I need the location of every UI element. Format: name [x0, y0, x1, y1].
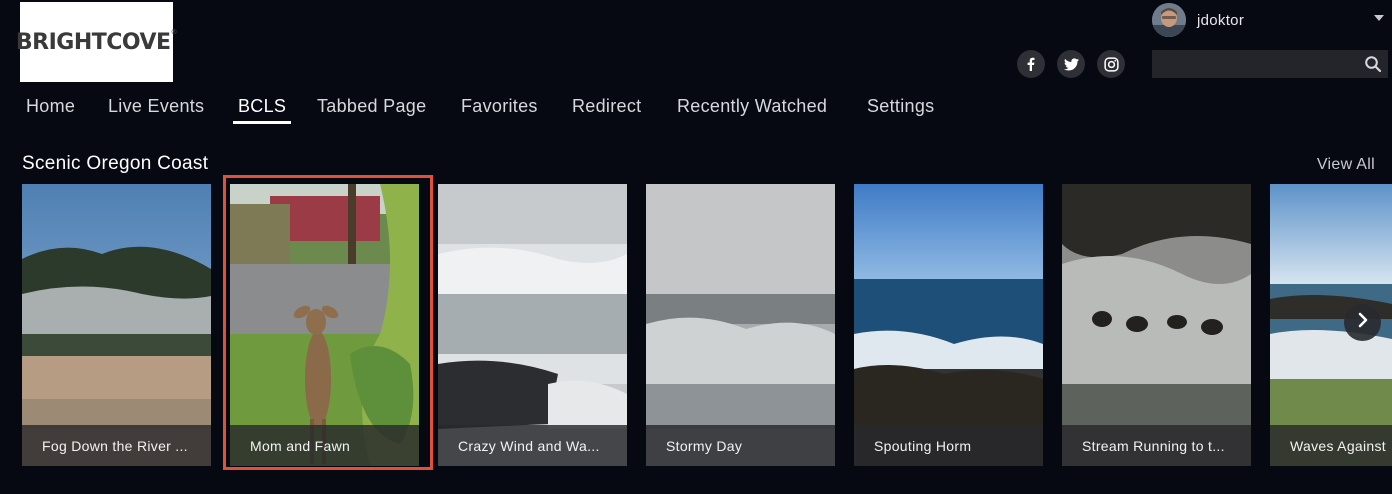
nav-item-redirect[interactable]: Redirect — [572, 96, 641, 124]
logo-text: BRIGHTCOVE® — [15, 27, 178, 55]
video-card[interactable]: Fog Down the River ... — [22, 184, 211, 466]
twitter-icon[interactable] — [1057, 50, 1085, 78]
nav-item-live-events[interactable]: Live Events — [108, 96, 204, 124]
video-card[interactable]: Mom and Fawn — [230, 184, 419, 466]
search-input[interactable] — [1160, 54, 1354, 76]
nav-item-recently-watched[interactable]: Recently Watched — [677, 96, 827, 124]
video-title: Waves Against — [1290, 438, 1386, 454]
video-card[interactable]: Stream Running to t... — [1062, 184, 1251, 466]
video-thumbnail — [854, 184, 1043, 466]
carousel-next-button[interactable] — [1344, 304, 1381, 341]
nav-item-settings[interactable]: Settings — [867, 96, 934, 124]
video-title: Stream Running to t... — [1082, 438, 1225, 454]
video-card[interactable]: Crazy Wind and Wa... — [438, 184, 627, 466]
user-menu[interactable]: jdoktor — [1152, 3, 1384, 37]
video-thumbnail — [646, 184, 835, 466]
video-title: Stormy Day — [666, 438, 743, 454]
row-title: Scenic Oregon Coast — [22, 153, 209, 174]
facebook-icon[interactable] — [1017, 50, 1045, 78]
instagram-icon[interactable] — [1097, 50, 1125, 78]
video-thumbnail — [230, 184, 419, 466]
video-thumbnail — [438, 184, 627, 466]
active-tab-indicator — [233, 121, 291, 124]
video-thumbnail — [1062, 184, 1251, 466]
video-title: Crazy Wind and Wa... — [458, 438, 600, 454]
avatar — [1152, 3, 1186, 37]
nav-item-home[interactable]: Home — [26, 96, 75, 124]
video-card[interactable]: Spouting Horm — [854, 184, 1043, 466]
video-title: Spouting Horm — [874, 438, 972, 454]
chevron-down-icon[interactable] — [1374, 15, 1384, 21]
video-card[interactable]: Stormy Day — [646, 184, 835, 466]
video-title: Mom and Fawn — [250, 438, 351, 454]
video-thumbnail — [22, 184, 211, 466]
username[interactable]: jdoktor — [1197, 12, 1244, 29]
nav-item-bcls[interactable]: BCLS — [238, 96, 286, 124]
nav-item-tabbed-page[interactable]: Tabbed Page — [317, 96, 426, 124]
chevron-right-icon — [1356, 312, 1370, 333]
view-all-link[interactable]: View All — [1317, 156, 1375, 174]
search-box[interactable] — [1152, 50, 1388, 78]
search-icon[interactable] — [1364, 55, 1382, 78]
brightcove-logo[interactable]: BRIGHTCOVE® — [16, 2, 178, 82]
video-title: Fog Down the River ... — [42, 438, 188, 454]
nav-item-favorites[interactable]: Favorites — [461, 96, 538, 124]
